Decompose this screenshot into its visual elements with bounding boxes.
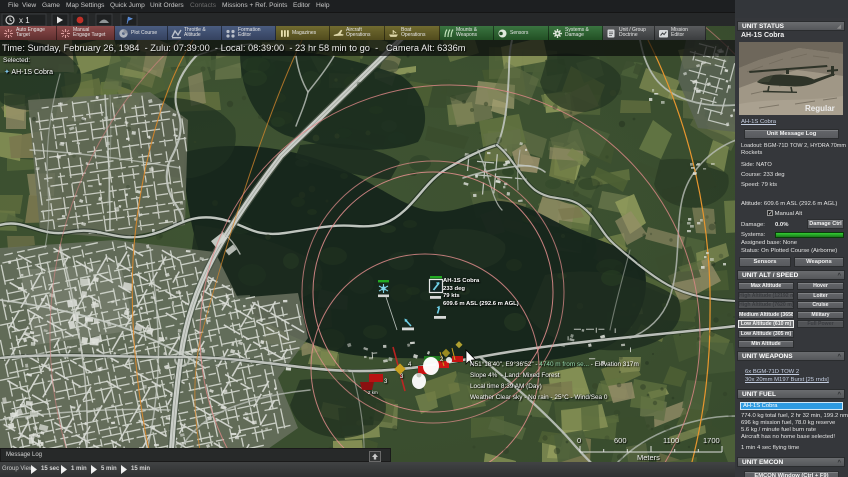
svg-text:x 1: x 1: [19, 16, 30, 25]
svg-text:Meters: Meters: [637, 453, 660, 462]
svg-text:600: 600: [614, 436, 627, 445]
svg-text:Regular: Regular: [805, 104, 835, 113]
svg-text:1700: 1700: [703, 436, 720, 445]
svg-text:1100: 1100: [663, 436, 679, 445]
svg-text:0: 0: [577, 436, 581, 445]
